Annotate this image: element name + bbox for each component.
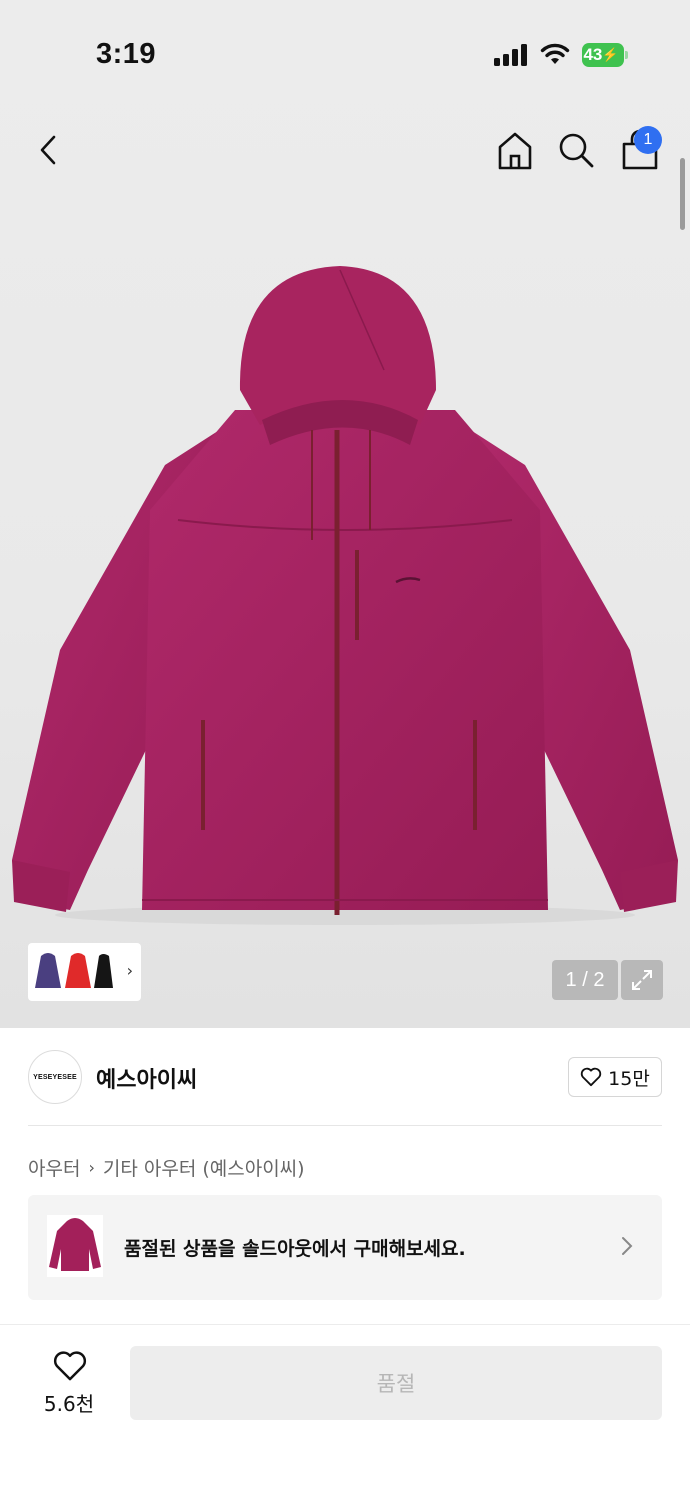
cellular-signal-icon (494, 44, 530, 66)
wifi-icon (540, 43, 570, 64)
heart-outline-icon (53, 1351, 87, 1381)
divider (0, 1324, 690, 1325)
battery-level: 43 (583, 45, 603, 64)
thumbnail-black[interactable] (93, 950, 113, 994)
scrollbar[interactable] (680, 158, 685, 230)
soldout-product-thumbnail (47, 1215, 103, 1277)
thumbnail-purple[interactable] (33, 950, 63, 994)
chevron-right-icon (622, 1237, 633, 1255)
thumbnail-red[interactable] (63, 950, 93, 994)
battery-charging-icon: 43 ⚡ (582, 43, 628, 67)
breadcrumb: 아우터 › 기타 아우터 (예스아이씨) (28, 1154, 305, 1181)
status-time: 3:19 (96, 38, 157, 70)
search-icon[interactable] (556, 130, 596, 170)
color-thumbnails[interactable]: › (28, 943, 141, 1001)
brand-name[interactable]: 예스아이씨 (96, 1062, 197, 1094)
soldout-banner-text: 품절된 상품을 솔드아웃에서 구매해보세요. (124, 1238, 466, 1260)
product-photo (12, 266, 678, 925)
divider (28, 1125, 662, 1126)
breadcrumb-item-category[interactable]: 아우터 (28, 1154, 80, 1181)
soldout-purchase-button: 품절 (130, 1346, 662, 1420)
expand-icon[interactable] (621, 960, 663, 1000)
home-icon[interactable] (495, 130, 535, 172)
cart-count-badge: 1 (634, 126, 662, 154)
brand-like-button[interactable]: 15만 (568, 1057, 662, 1097)
chevron-right-icon: › (126, 961, 133, 980)
soldout-banner[interactable]: 품절된 상품을 솔드아웃에서 구매해보세요. (28, 1195, 662, 1300)
heart-outline-icon (580, 1067, 602, 1087)
back-chevron-icon[interactable] (34, 130, 64, 170)
image-page-counter: 1 / 2 (552, 960, 618, 1000)
chevron-right-icon: › (88, 1158, 95, 1177)
brand-logo[interactable]: YESEYESEE (28, 1050, 82, 1104)
product-image-gallery[interactable]: 3:19 43 ⚡ 1 › 1 / 2 (0, 0, 690, 1028)
brand-like-count: 15만 (608, 1067, 650, 1090)
breadcrumb-item-subcategory[interactable]: 기타 아우터 (예스아이씨) (103, 1154, 305, 1181)
wishlist-count: 5.6천 (43, 1392, 95, 1416)
